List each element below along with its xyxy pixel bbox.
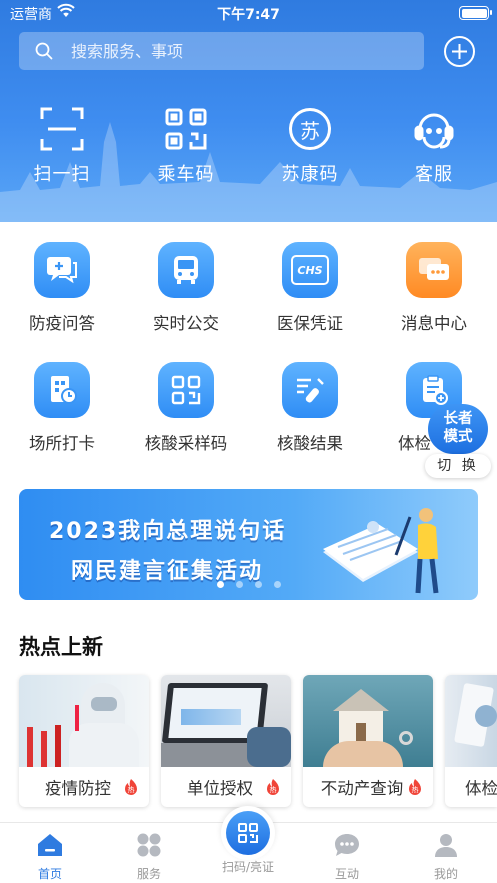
- quick-action-scan[interactable]: 扫一扫: [0, 103, 124, 186]
- chs-medical-insurance-icon: CHS: [282, 242, 338, 298]
- tab-profile[interactable]: 我的: [396, 831, 496, 882]
- card-label: 不动产查询: [320, 779, 404, 798]
- promo-banner[interactable]: 2023我向总理说句话 网民建言征集活动: [19, 489, 478, 600]
- add-icon[interactable]: [443, 35, 476, 68]
- tab-services[interactable]: 服务: [99, 831, 199, 882]
- service-label: 医保凭证: [277, 314, 343, 333]
- tab-label: 服务: [136, 867, 161, 881]
- service-label: 消息中心: [401, 314, 467, 333]
- header: 运营商 下午7:47 扫一扫: [0, 0, 497, 222]
- card-label: 疫情防控: [45, 779, 111, 798]
- pagination-dot: [216, 581, 224, 588]
- scan-icon: [40, 107, 84, 151]
- hot-badge-icon: 热: [125, 779, 137, 795]
- elder-mode-button[interactable]: 长者 模式 切 换: [425, 404, 491, 478]
- quick-action-label: 苏康码: [281, 164, 339, 185]
- clock: 下午7:47: [217, 7, 280, 23]
- banner-title: 2023我向总理说句话: [49, 519, 287, 544]
- chat-plus-icon: [34, 242, 90, 298]
- hot-badge-icon: 热: [267, 779, 279, 795]
- hot-badge-icon: 热: [409, 779, 421, 795]
- service-realtime-bus[interactable]: 实时公交: [124, 242, 248, 334]
- service-venue-checkin[interactable]: 场所打卡: [0, 362, 124, 454]
- hot-card-epidemic[interactable]: 疫情防控 热: [19, 675, 149, 807]
- battery-icon: [459, 6, 492, 20]
- tab-label: 互动: [334, 867, 359, 881]
- service-medical-insurance[interactable]: CHS 医保凭证: [248, 242, 372, 334]
- service-message-center[interactable]: 消息中心: [372, 242, 496, 334]
- chat-bubble-icon: [335, 834, 359, 856]
- tab-home[interactable]: 首页: [0, 831, 100, 882]
- pagination-dot: [273, 581, 281, 588]
- card-image-laptop: [161, 675, 291, 767]
- card-image-lab: [19, 675, 149, 767]
- search-icon: [35, 42, 53, 60]
- pagination-dot: [235, 581, 243, 588]
- tab-label: 扫码/亮证: [221, 860, 275, 874]
- profile-icon: [435, 834, 457, 857]
- quick-action-customer-service[interactable]: 客服: [372, 103, 496, 186]
- quick-action-ride-code[interactable]: 乘车码: [124, 103, 248, 186]
- services-grid-icon: [137, 833, 161, 857]
- su-health-code-icon: 苏: [289, 108, 331, 150]
- section-title: 热点上新: [19, 635, 103, 659]
- scan-fab-button[interactable]: [221, 806, 275, 860]
- tab-label: 我的: [433, 867, 458, 881]
- search-input[interactable]: [71, 32, 411, 70]
- svg-text:热: 热: [128, 785, 135, 794]
- tab-label: 首页: [37, 867, 62, 881]
- venue-checkin-icon: [34, 362, 90, 418]
- svg-text:热: 热: [270, 785, 277, 794]
- message-icon: [406, 242, 462, 298]
- service-label: 核酸采样码: [144, 434, 228, 453]
- qr-code-icon: [165, 108, 207, 150]
- service-epidemic-qa[interactable]: 防疫问答: [0, 242, 124, 334]
- hot-card-real-estate[interactable]: 不动产查询 热: [303, 675, 433, 807]
- pagination-dot: [254, 581, 262, 588]
- bus-icon: [158, 242, 214, 298]
- hot-card-unit-auth[interactable]: 单位授权 热: [161, 675, 291, 807]
- banner-pagination: [19, 573, 478, 592]
- service-label: 防疫问答: [29, 314, 95, 333]
- home-icon: [38, 834, 62, 856]
- service-label: 场所打卡: [29, 434, 95, 453]
- customer-service-icon: [414, 113, 454, 149]
- hot-card-health-check[interactable]: 体检: [445, 675, 497, 807]
- quick-action-label: 客服: [415, 164, 453, 185]
- service-label: 核酸结果: [277, 434, 343, 453]
- scan-qr-icon: [238, 823, 258, 843]
- elder-mode-switch[interactable]: 切 换: [425, 454, 491, 478]
- card-label: 体检: [465, 779, 497, 798]
- elder-mode-badge: 长者 模式: [428, 404, 488, 454]
- test-result-icon: [282, 362, 338, 418]
- quick-action-label: 扫一扫: [33, 164, 91, 185]
- service-label: 实时公交: [153, 314, 219, 333]
- status-bar: 运营商 下午7:47: [0, 0, 497, 26]
- card-image-health: [445, 675, 497, 767]
- service-sampling-code[interactable]: 核酸采样码: [124, 362, 248, 454]
- quick-action-label: 乘车码: [157, 164, 215, 185]
- svg-text:热: 热: [412, 785, 419, 794]
- card-image-house: [303, 675, 433, 767]
- tab-interaction[interactable]: 互动: [297, 831, 397, 882]
- search-bar[interactable]: [19, 32, 424, 70]
- quick-action-su-code[interactable]: 苏 苏康码: [248, 103, 372, 186]
- sampling-qr-icon: [158, 362, 214, 418]
- service-test-result[interactable]: 核酸结果: [248, 362, 372, 454]
- card-label: 单位授权: [187, 779, 253, 798]
